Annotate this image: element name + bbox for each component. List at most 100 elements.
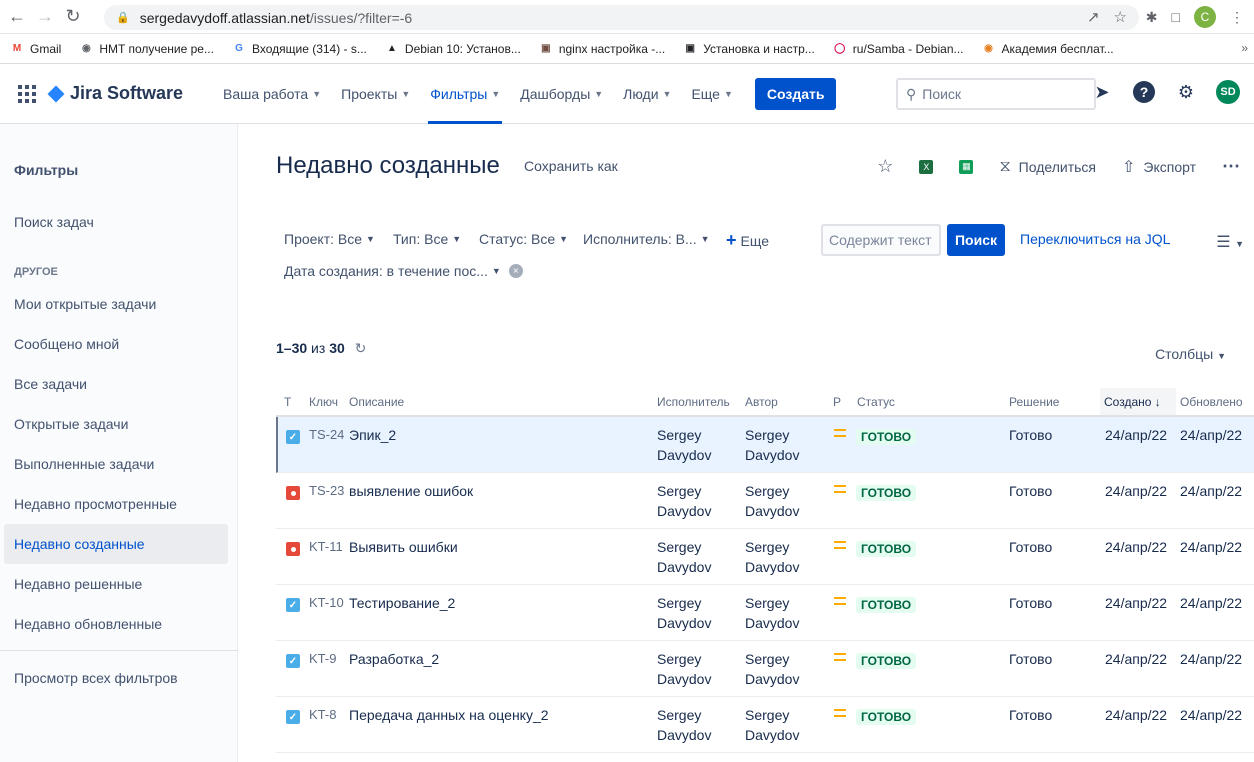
sidebar-item[interactable]: Недавно просмотренные <box>4 484 228 524</box>
reload-icon[interactable]: ↻ <box>62 6 84 28</box>
settings-gear-icon[interactable]: ⚙ <box>1174 80 1198 104</box>
issue-key[interactable]: TS-24 <box>309 425 344 445</box>
export-button[interactable]: ⇧ Экспорт <box>1122 157 1196 177</box>
nav-item-5[interactable]: Еще ▼ <box>681 64 742 124</box>
filter-more-button[interactable]: + Еще <box>726 230 769 251</box>
issue-key[interactable]: KT-11 <box>309 537 343 557</box>
filter-assignee[interactable]: Исполнитель: В... ▼ <box>583 231 710 247</box>
sidebar-item[interactable]: Недавно обновленные <box>4 604 228 644</box>
issue-summary[interactable]: Эпик_2 <box>349 425 396 445</box>
col-resolution[interactable]: Решение <box>1009 388 1059 416</box>
back-icon[interactable]: ← <box>6 6 28 28</box>
issue-key[interactable]: KT-8 <box>309 705 336 725</box>
nav-item-0[interactable]: Ваша работа ▼ <box>213 64 331 124</box>
switch-to-jql-link[interactable]: Переключиться на JQL <box>1020 231 1170 247</box>
bookmark-star-icon[interactable]: ☆ <box>1114 8 1127 26</box>
issue-key[interactable]: KT-10 <box>309 593 344 613</box>
issue-summary[interactable]: Выявить ошибки <box>349 537 458 557</box>
table-row[interactable]: ✓ KT-9 Разработка_2 Sergey Davydov Sergey Davy… <box>276 641 1254 697</box>
issue-summary[interactable]: Разработка_2 <box>349 649 439 669</box>
view-options-icon[interactable]: ☰ ▼ <box>1216 232 1244 252</box>
refresh-icon[interactable]: ↻ <box>355 340 367 356</box>
sidebar-item[interactable]: Выполненные задачи <box>4 444 228 484</box>
search-input[interactable]: ⚲ Поиск <box>896 78 1096 110</box>
extensions-icon[interactable]: ✱ <box>1146 9 1158 26</box>
col-assignee[interactable]: Исполнитель <box>657 388 730 416</box>
bookmark-item[interactable]: G Входящие (314) - s... <box>232 42 367 56</box>
table-row[interactable]: ✓ KT-10 Тестирование_2 Sergey Davydov Sergey D… <box>276 585 1254 641</box>
filter-project[interactable]: Проект: Все ▼ <box>284 231 375 247</box>
share-button[interactable]: ⧖ Поделиться <box>999 158 1096 176</box>
jira-logo[interactable]: Jira Software <box>47 83 183 104</box>
search-button[interactable]: Поиск <box>947 224 1005 256</box>
bookmark-item[interactable]: ▲ Debian 10: Установ... <box>385 42 521 56</box>
col-updated[interactable]: Обновлено <box>1180 388 1243 416</box>
bookmark-item[interactable]: ▣ nginx настройка -... <box>539 42 665 56</box>
col-summary[interactable]: Описание <box>349 388 404 416</box>
sidebar-item[interactable]: Все задачи <box>4 364 228 404</box>
col-status[interactable]: Статус <box>857 388 895 416</box>
issue-assignee: Sergey Davydov <box>657 539 712 575</box>
create-button[interactable]: Создать <box>754 77 837 110</box>
side-panel-icon[interactable]: □ <box>1172 9 1180 25</box>
table-row[interactable]: KT-11 Выявить ошибки Sergey Davydov Sergey Da… <box>276 529 1254 585</box>
star-filter-button[interactable]: ☆ <box>877 156 893 177</box>
col-type[interactable]: Т <box>284 388 291 416</box>
help-icon[interactable]: ? <box>1132 80 1156 104</box>
sidebar-item[interactable]: Недавно созданные <box>4 524 228 564</box>
user-avatar[interactable]: SD <box>1216 80 1240 104</box>
columns-button[interactable]: Столбцы ▼ <box>1155 346 1226 362</box>
address-bar[interactable]: 🔒 sergedavydoff.atlassian.net/issues/?fi… <box>104 5 1139 30</box>
col-key[interactable]: Ключ <box>309 388 338 416</box>
bookmark-item[interactable]: ◉ HMT получение ре... <box>79 42 214 56</box>
site-icon: ▣ <box>685 43 695 54</box>
excel-icon: X <box>919 159 934 174</box>
bookmarks-overflow-icon[interactable]: » <box>1241 41 1248 55</box>
sidebar-item-view-all-filters[interactable]: Просмотр всех фильтров <box>4 658 228 698</box>
table-row[interactable]: TS-23 выявление ошибок Sergey Davydov Sergey… <box>276 473 1254 529</box>
col-reporter[interactable]: Автор <box>745 388 778 416</box>
col-created[interactable]: Создано ↓ <box>1100 388 1176 416</box>
nav-item-4[interactable]: Люди ▼ <box>613 64 681 124</box>
bookmark-item[interactable]: ◉ Академия бесплат... <box>982 42 1114 56</box>
nav-item-3[interactable]: Дашборды ▼ <box>510 64 613 124</box>
profile-avatar[interactable]: C <box>1194 6 1216 28</box>
issue-summary[interactable]: выявление ошибок <box>349 481 473 501</box>
app-switcher-icon[interactable] <box>18 84 36 103</box>
bug-type-icon <box>286 486 300 500</box>
save-as-button[interactable]: Сохранить как <box>524 158 618 174</box>
bookmark-item[interactable]: M Gmail <box>10 42 62 56</box>
bookmark-item[interactable]: ◯ ru/Samba - Debian... <box>833 42 963 56</box>
sidebar-item[interactable]: Недавно решенные <box>4 564 228 604</box>
menu-dots-icon[interactable]: ⋮ <box>1230 9 1244 26</box>
issue-created: 24/апр/22 <box>1105 651 1168 667</box>
nav-item-1[interactable]: Проекты ▼ <box>331 64 420 124</box>
forward-icon[interactable]: → <box>34 6 56 28</box>
bookmark-label: Входящие (314) - s... <box>251 41 367 56</box>
sidebar-item[interactable]: Мои открытые задачи <box>4 284 228 324</box>
issue-summary[interactable]: Тестирование_2 <box>349 593 455 613</box>
sidebar-item-search-issues[interactable]: Поиск задач <box>4 202 228 242</box>
sidebar-item[interactable]: Открытые задачи <box>4 404 228 444</box>
table-row[interactable]: ✓ KT-8 Передача данных на оценку_2 Sergey Da… <box>276 697 1254 753</box>
col-priority[interactable]: Р <box>833 388 841 416</box>
filter-type[interactable]: Тип: Все ▼ <box>393 231 461 247</box>
notifications-icon[interactable]: ➤ <box>1090 80 1114 104</box>
more-actions-icon[interactable]: ⋯ <box>1222 156 1240 177</box>
table-row[interactable]: ✓ TS-24 Эпик_2 Sergey Davydov Sergey Davydov ГО… <box>276 417 1254 473</box>
share-page-icon[interactable]: ↗ <box>1087 8 1100 26</box>
export-sheets-button[interactable]: ▦ <box>959 159 974 174</box>
contains-text-input[interactable]: Содержит текст <box>821 224 941 256</box>
nav-item-2[interactable]: Фильтры ▼ <box>420 64 510 124</box>
issue-summary[interactable]: Передача данных на оценку_2 <box>349 705 549 725</box>
issue-assignee: Sergey Davydov <box>657 483 712 519</box>
export-excel-button[interactable]: X <box>919 159 934 174</box>
sidebar-item[interactable]: Сообщено мной <box>4 324 228 364</box>
clear-filter-icon[interactable]: × <box>508 264 523 278</box>
issue-key[interactable]: TS-23 <box>309 481 344 501</box>
bookmark-item[interactable]: ▣ Установка и настр... <box>683 42 814 56</box>
priority-medium-icon <box>834 597 846 605</box>
filter-status[interactable]: Статус: Все ▼ <box>479 231 568 247</box>
filter-created[interactable]: Дата создания: в течение пос... ▼ × <box>284 263 523 279</box>
issue-key[interactable]: KT-9 <box>309 649 336 669</box>
